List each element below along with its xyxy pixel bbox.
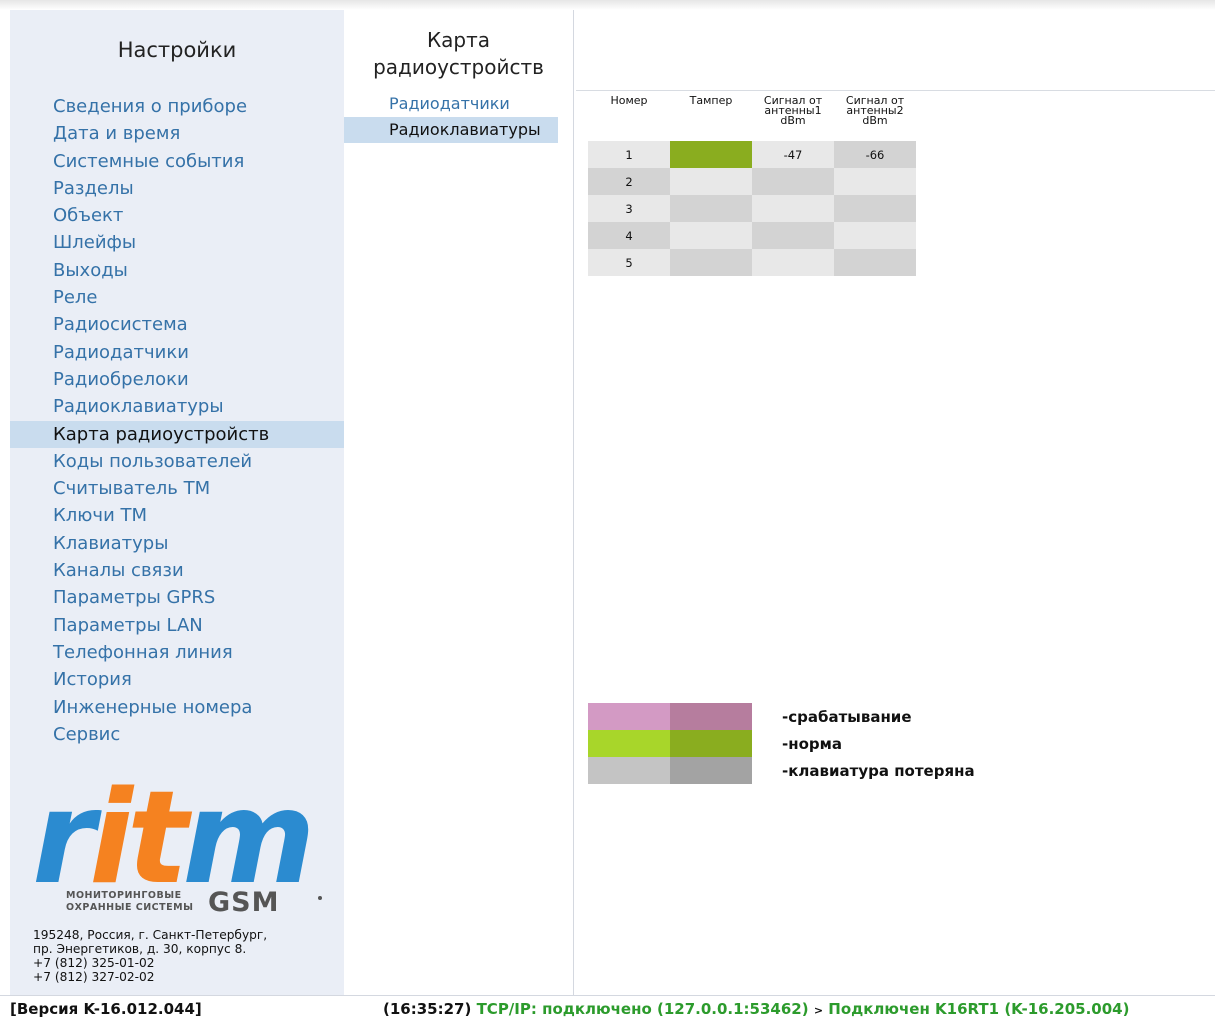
legend-label: -норма [782,735,843,753]
settings-sidebar: Настройки Сведения о приборе Дата и время… [10,10,345,995]
sidebar-item[interactable]: Выходы [10,257,344,284]
panel-title-line2: радиоустройств [373,55,544,79]
firmware-version: [Версия K-16.012.044] [10,1000,202,1018]
sidebar-item[interactable]: Параметры GPRS [10,584,344,611]
radio-device-map-table: Номер Тампер Сигнал от антенны1 dBm Сигнал от… [588,94,916,276]
sidebar-item[interactable]: Клавиатуры [10,530,344,557]
header-divider [576,90,1215,91]
sidebar-item[interactable]: Сведения о приборе [10,93,344,120]
phone-line: +7 (812) 325-01-02 [33,956,155,970]
phone-line: +7 (812) 327-02-02 [33,970,155,984]
device-number-cell: 1 [588,141,670,168]
tamper-cell [670,141,752,168]
panel-title: Карта радиоустройств [344,27,573,81]
sidebar-item[interactable]: Считыватель ТМ [10,475,344,502]
address-line: 195248, Россия, г. Санкт-Петербург, [33,928,268,942]
sidebar-title: Настройки [117,38,237,62]
panel-title-line1: Карта [426,28,491,52]
tamper-cell [670,249,752,276]
table-row: 5 [588,249,916,276]
column-header: Сигнал от антенны1 dBm [763,94,823,127]
device-number-cell: 4 [588,222,670,249]
sidebar-item[interactable]: Телефонная линия [10,639,344,666]
legend-swatch [588,730,670,757]
settings-menu: Сведения о приборе Дата и время Системные … [10,93,344,748]
sidebar-item[interactable]: Каналы связи [10,557,344,584]
tamper-cell [670,222,752,249]
legend-label: -клавиатура потеряна [782,762,975,780]
sidebar-item[interactable]: Дата и время [10,120,344,147]
legend-swatch [670,730,752,757]
column-header: Тампер [689,94,733,107]
legend-label: -срабатывание [782,708,912,726]
antenna2-signal-cell: -66 [834,141,916,168]
sidebar-item[interactable]: Системные события [10,148,344,175]
device-type-menu: Радиодатчики Радиоклавиатуры [344,91,558,143]
submenu-item[interactable]: Радиодатчики [344,91,558,117]
antenna1-signal-cell: -47 [752,141,834,168]
sidebar-item[interactable]: Коды пользователей [10,448,344,475]
tamper-cell [670,168,752,195]
antenna1-signal-cell [752,222,834,249]
antenna2-signal-cell [834,249,916,276]
sidebar-item[interactable]: Ключи ТМ [10,502,344,529]
antenna2-signal-cell [834,222,916,249]
antenna2-signal-cell [834,195,916,222]
legend-swatch [588,757,670,784]
tamper-cell [670,195,752,222]
legend-swatch [588,703,670,730]
device-number-cell: 2 [588,168,670,195]
device-number-cell: 5 [588,249,670,276]
connection-status: (16:35:27) TCP/IP: подключено (127.0.0.1… [383,996,1129,1024]
submenu-item[interactable]: Радиоклавиатуры [344,117,558,143]
sidebar-item[interactable]: История [10,666,344,693]
status-separator: > [813,1004,824,1017]
column-header: Сигнал от антенны2 dBm [845,94,905,127]
device-status: Подключен K16RT1 (K-16.205.004) [828,1000,1130,1018]
device-number-cell: 3 [588,195,670,222]
status-bar: [Версия K-16.012.044] (16:35:27) TCP/IP:… [0,995,1215,1022]
sidebar-item[interactable]: Разделы [10,175,344,202]
sidebar-item[interactable]: Радиодатчики [10,339,344,366]
antenna1-signal-cell [752,195,834,222]
table-row: 1 -47 -66 [588,141,916,168]
window-top-shade [0,0,1215,10]
legend-swatch [670,703,752,730]
sidebar-item[interactable]: Реле [10,284,344,311]
column-header: Номер [610,94,648,107]
status-time: (16:35:27) [383,1000,472,1018]
tcp-status: TCP/IP: подключено (127.0.0.1:53462) [476,1000,809,1018]
company-address: 195248, Россия, г. Санкт-Петербург, пр. … [33,928,267,984]
logo-product: GSM [208,887,279,918]
antenna2-signal-cell [834,168,916,195]
submenu-panel: Карта радиоустройств Радиодатчики Радиокл… [344,10,574,995]
ritm-logo: ritm МОНИТОРИНГОВЫЕ ОХРАННЫЕ СИСТЕМЫ GSM [32,770,322,918]
table-header-row: Номер Тампер Сигнал от антенны1 dBm Сигнал от… [588,94,916,141]
antenna1-signal-cell [752,249,834,276]
logo-tagline1: МОНИТОРИНГОВЫЕ [66,890,182,901]
legend-swatch [670,757,752,784]
antenna1-signal-cell [752,168,834,195]
sidebar-item[interactable]: Радиоклавиатуры [10,393,344,420]
sidebar-item[interactable]: Карта радиоустройств [10,420,344,448]
sidebar-item[interactable]: Параметры LAN [10,612,344,639]
sidebar-item[interactable]: Инженерные номера [10,694,344,721]
sidebar-item[interactable]: Радиосистема [10,311,344,338]
sidebar-item[interactable]: Сервис [10,721,344,748]
sidebar-item[interactable]: Шлейфы [10,229,344,256]
address-line: пр. Энергетиков, д. 30, корпус 8. [33,942,247,956]
sidebar-item[interactable]: Объект [10,202,344,229]
table-row: 4 [588,222,916,249]
table-row: 3 [588,195,916,222]
logo-tagline2: ОХРАННЫЕ СИСТЕМЫ [66,902,193,913]
table-row: 2 [588,168,916,195]
sidebar-item[interactable]: Радиобрелоки [10,366,344,393]
